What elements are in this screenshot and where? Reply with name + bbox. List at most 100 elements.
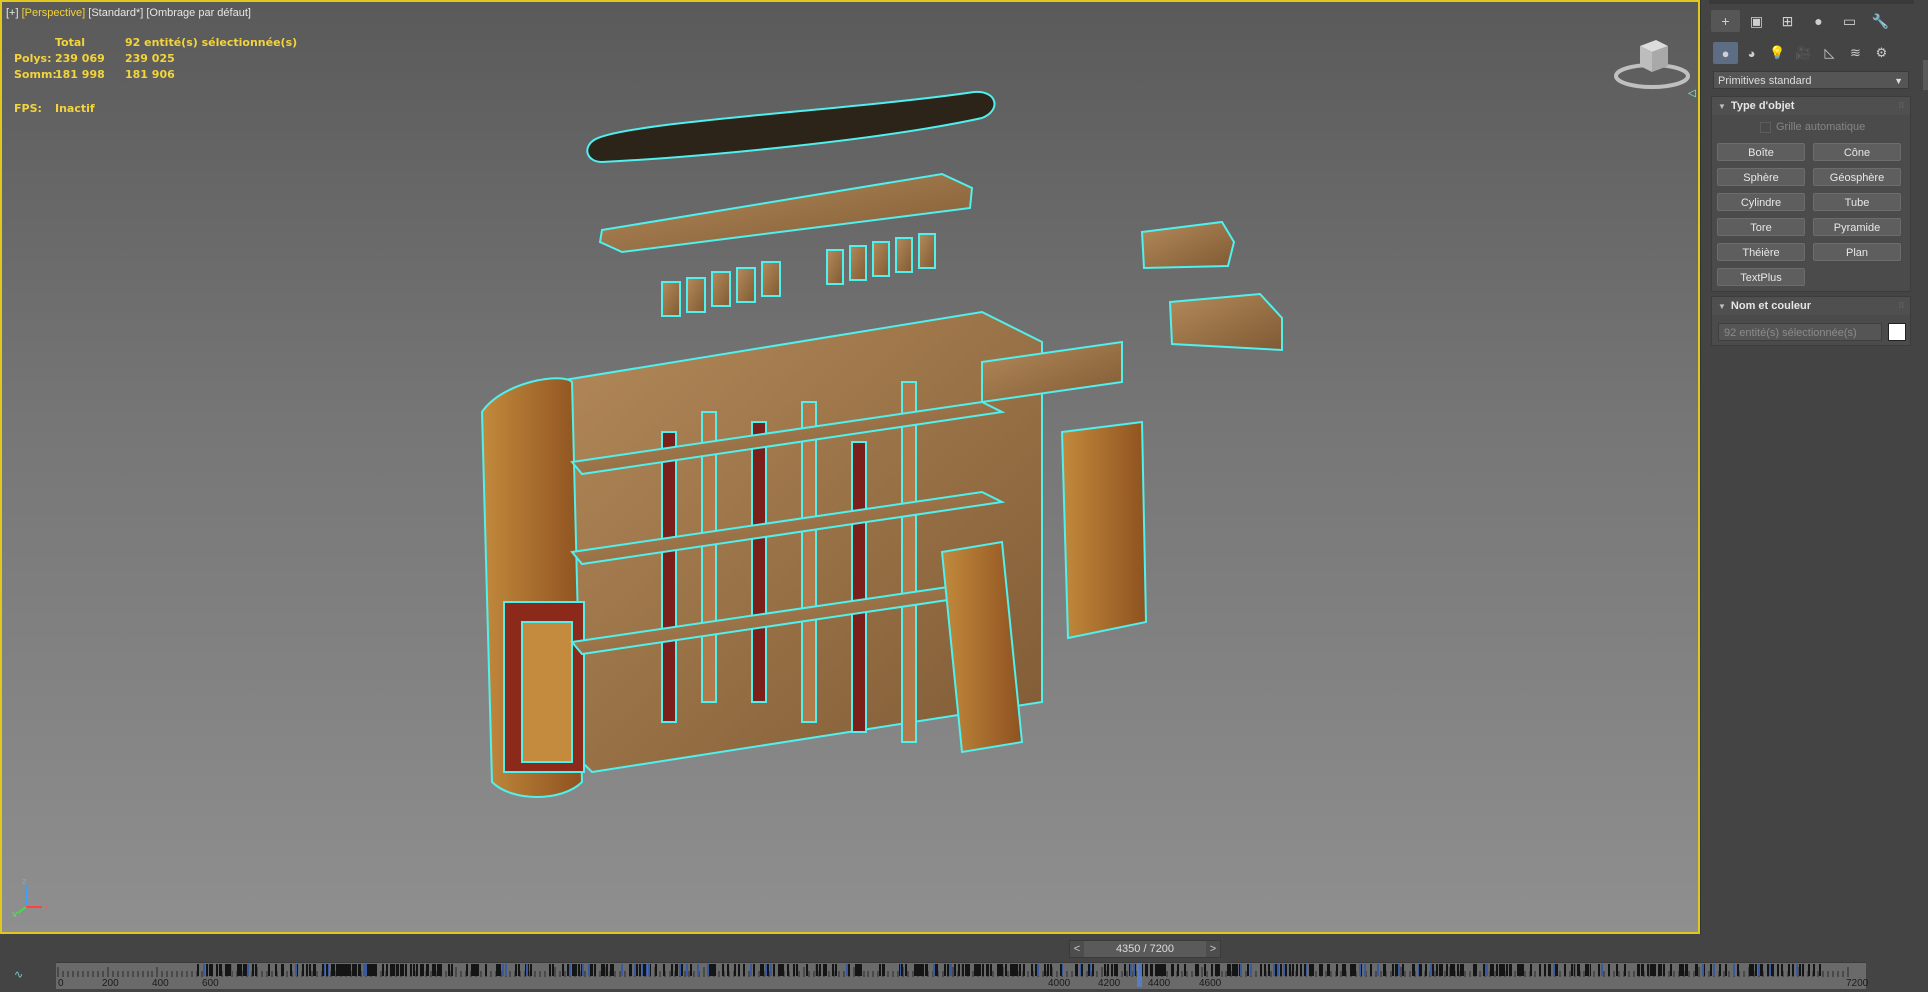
time-slider[interactable]: < 4350 / 7200 > bbox=[1069, 940, 1221, 958]
tube-button[interactable]: Tube bbox=[1813, 193, 1901, 211]
sphere-button[interactable]: Sphère bbox=[1717, 168, 1805, 186]
next-frame-button[interactable]: > bbox=[1206, 941, 1220, 957]
trackbar-key bbox=[675, 964, 677, 976]
pyramid-button[interactable]: Pyramide bbox=[1813, 218, 1901, 236]
systems-icon[interactable]: ⚙ bbox=[1869, 42, 1894, 64]
trackbar-key bbox=[1309, 964, 1311, 976]
viewcube-icon[interactable] bbox=[1612, 32, 1692, 92]
trackbar-key bbox=[1364, 964, 1366, 976]
torus-button[interactable]: Tore bbox=[1717, 218, 1805, 236]
trackbar-key bbox=[1280, 964, 1282, 976]
display-tab-icon[interactable]: ▭ bbox=[1835, 10, 1864, 32]
trackbar-key bbox=[416, 964, 418, 976]
helpers-icon[interactable]: ◺ bbox=[1817, 42, 1842, 64]
geometry-icon[interactable]: ● bbox=[1713, 42, 1738, 64]
exploded-furniture-model[interactable] bbox=[422, 82, 1302, 822]
trackbar-key bbox=[440, 964, 442, 976]
trackbar-key bbox=[530, 964, 532, 976]
category-dropdown[interactable]: Primitives standard ▼ bbox=[1713, 71, 1909, 89]
box-button[interactable]: Boîte bbox=[1717, 143, 1805, 161]
trackbar-key bbox=[1342, 964, 1344, 976]
time-slider-label[interactable]: 4350 / 7200 bbox=[1084, 941, 1206, 957]
object-name-field[interactable]: 92 entité(s) sélectionnée(s) bbox=[1718, 323, 1882, 341]
trackbar-key bbox=[331, 964, 333, 976]
chevron-down-icon: ▼ bbox=[1894, 76, 1903, 86]
utilities-tab-icon[interactable]: 🔧 bbox=[1866, 10, 1895, 32]
trackbar-key bbox=[477, 964, 479, 976]
viewport-plus-menu[interactable]: [+] bbox=[6, 7, 19, 19]
trackbar-key bbox=[1037, 964, 1039, 976]
spacewarps-icon[interactable]: ≋ bbox=[1843, 42, 1868, 64]
trackbar-key bbox=[1236, 964, 1238, 976]
trackbar-key bbox=[917, 964, 919, 976]
cylinder-button[interactable]: Cylindre bbox=[1717, 193, 1805, 211]
shapes-icon[interactable]: ◕ bbox=[1739, 42, 1764, 64]
trackbar-key bbox=[346, 964, 348, 976]
trackbar-key bbox=[549, 964, 551, 976]
trackbar-key bbox=[1796, 964, 1798, 976]
trackbar-key bbox=[634, 964, 636, 976]
trackbar[interactable]: 0 200 400 600 4000 4200 4400 4600 7200 bbox=[56, 962, 1868, 989]
perspective-viewport[interactable]: [+] [Perspective] [Standard*] [Ombrage p… bbox=[0, 0, 1700, 934]
hierarchy-tab-icon[interactable]: ⊞ bbox=[1773, 10, 1802, 32]
3dsmax-window: [+] [Perspective] [Standard*] [Ombrage p… bbox=[0, 0, 1928, 992]
name-color-header[interactable]: ▼ Nom et couleur ⁞⁞ bbox=[1712, 297, 1910, 315]
prev-frame-button[interactable]: < bbox=[1070, 941, 1084, 957]
trackbar-key bbox=[368, 964, 370, 976]
trackbar-key bbox=[575, 964, 577, 976]
trackbar-key bbox=[1001, 964, 1003, 976]
trackbar-key bbox=[806, 964, 808, 976]
mini-curve-editor-icon[interactable]: ∿ bbox=[14, 968, 38, 982]
trackbar-key bbox=[1160, 964, 1162, 976]
trackbar-key bbox=[655, 964, 657, 976]
trackbar-key bbox=[679, 964, 681, 976]
panel-scrollbar[interactable] bbox=[1923, 60, 1928, 90]
viewport-mode-menu[interactable]: [Standard*] bbox=[88, 7, 143, 19]
rollout-pin-icon: ⁞⁞ bbox=[1898, 101, 1904, 110]
command-panel-tabs: + ▣ ⊞ ● ▭ 🔧 bbox=[1711, 10, 1895, 32]
teapot-button[interactable]: Théière bbox=[1717, 243, 1805, 261]
modify-tab-icon[interactable]: ▣ bbox=[1742, 10, 1771, 32]
trackbar-key bbox=[968, 964, 970, 976]
cameras-icon[interactable]: 🎥 bbox=[1791, 42, 1816, 64]
autogrid-checkbox-box[interactable] bbox=[1760, 121, 1771, 133]
trackbar-key bbox=[770, 964, 772, 976]
trackbar-key bbox=[1788, 964, 1790, 976]
viewport-shading-menu[interactable]: [Ombrage par défaut] bbox=[146, 7, 251, 19]
trackbar-key bbox=[466, 964, 468, 976]
motion-tab-icon[interactable]: ● bbox=[1804, 10, 1833, 32]
textplus-button[interactable]: TextPlus bbox=[1717, 268, 1805, 286]
trackbar-key bbox=[846, 964, 848, 976]
cone-button[interactable]: Cône bbox=[1813, 143, 1901, 161]
trackbar-key bbox=[1111, 964, 1113, 976]
tick-label-0: 0 bbox=[58, 978, 64, 989]
trackbar-key bbox=[796, 964, 798, 976]
trackbar-key bbox=[1548, 964, 1550, 976]
plane-button[interactable]: Plan bbox=[1813, 243, 1901, 261]
trackbar-key bbox=[420, 964, 422, 976]
trackbar-key bbox=[1023, 964, 1025, 976]
trackbar-key bbox=[243, 964, 245, 976]
trackbar-key bbox=[1654, 964, 1656, 976]
create-tab-icon[interactable]: + bbox=[1711, 10, 1740, 32]
stats-polys-total: 239 069 bbox=[55, 52, 105, 65]
trackbar-key bbox=[1725, 964, 1727, 976]
trackbar-key bbox=[734, 964, 736, 976]
lights-icon[interactable]: 💡 bbox=[1765, 42, 1790, 64]
trackbar-key bbox=[793, 964, 795, 976]
trackbar-key bbox=[1031, 964, 1033, 976]
geosphere-button[interactable]: Géosphère bbox=[1813, 168, 1901, 186]
trackbar-key bbox=[933, 964, 935, 976]
stats-polys-label: Polys: bbox=[14, 52, 52, 65]
trackbar-key bbox=[1157, 964, 1159, 976]
object-color-swatch[interactable] bbox=[1888, 323, 1906, 341]
viewport-view-menu[interactable]: [Perspective] bbox=[22, 7, 86, 19]
trackbar-key bbox=[1351, 964, 1353, 976]
object-type-header[interactable]: ▼ Type d'objet ⁞⁞ bbox=[1712, 97, 1910, 115]
trackbar-key bbox=[405, 964, 407, 976]
autogrid-checkbox[interactable]: Grille automatique bbox=[1760, 121, 1865, 133]
trackbar-key bbox=[1060, 964, 1062, 976]
trackbar-key bbox=[1184, 964, 1186, 976]
trackbar-key bbox=[393, 964, 395, 976]
viewport-label-menu[interactable]: [+] [Perspective] [Standard*] [Ombrage p… bbox=[6, 7, 251, 19]
